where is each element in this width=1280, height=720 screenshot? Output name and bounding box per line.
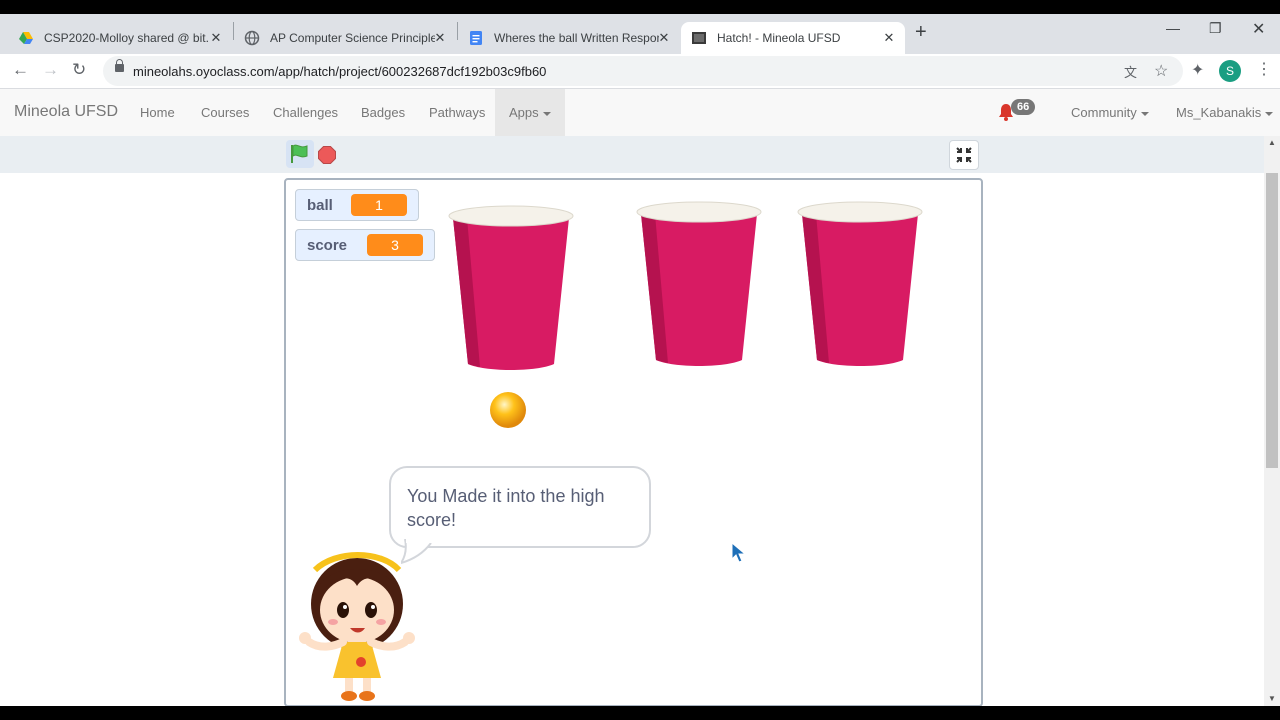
tab-strip: CSP2020-Molloy shared @ bit.ly/ ✕ AP Com…	[0, 14, 1280, 54]
google-drive-icon	[18, 30, 34, 46]
bookmark-star-icon[interactable]: ☆	[1154, 61, 1168, 81]
green-flag-button[interactable]	[286, 140, 314, 168]
tab-ap-csp[interactable]: AP Computer Science Principles ✕	[234, 22, 456, 54]
reload-icon[interactable]: ↻	[72, 60, 86, 80]
bottom-edge	[0, 706, 1280, 720]
mouse-cursor-icon	[731, 542, 747, 563]
menu-dots-icon[interactable]: ⋮	[1256, 59, 1272, 79]
chevron-down-icon	[542, 111, 551, 116]
tab-title: Wheres the ball Written Respons	[494, 31, 659, 45]
page-scrollbar[interactable]: ▲ ▼	[1264, 136, 1280, 706]
google-docs-icon	[468, 30, 484, 46]
speech-text: You Made it into the high score!	[407, 486, 605, 530]
tab-csp2020[interactable]: CSP2020-Molloy shared @ bit.ly/ ✕	[8, 22, 232, 54]
globe-icon	[244, 30, 260, 46]
tab-title: CSP2020-Molloy shared @ bit.ly/	[44, 31, 209, 45]
close-icon[interactable]: ✕	[881, 30, 897, 46]
monitor-label: ball	[307, 196, 333, 214]
tab-title: AP Computer Science Principles	[270, 31, 435, 45]
tab-hatch[interactable]: Hatch! - Mineola UFSD ✕	[681, 22, 905, 54]
tab-title: Hatch! - Mineola UFSD	[717, 31, 841, 45]
project-controls-bar	[0, 136, 1264, 173]
avatar[interactable]: S	[1219, 60, 1241, 82]
green-flag-icon	[291, 144, 308, 163]
scrollbar-thumb[interactable]	[1266, 173, 1278, 468]
monitor-value: 1	[351, 194, 407, 216]
site-navbar: Mineola UFSD Home Courses Challenges Bad…	[0, 89, 1280, 137]
close-icon[interactable]: ✕	[432, 30, 448, 46]
cup-sprite-1[interactable]	[447, 202, 575, 372]
minimize-icon[interactable]: —	[1166, 20, 1180, 36]
ball-sprite[interactable]	[489, 391, 527, 429]
tab-wheres-the-ball[interactable]: Wheres the ball Written Respons ✕	[458, 22, 680, 54]
top-edge	[0, 0, 1280, 14]
variable-monitor-ball: ball 1	[295, 189, 419, 221]
page-content: ball 1 score 3 You Made it into the high…	[0, 136, 1264, 707]
monitor-label: score	[307, 236, 348, 254]
lock-icon	[115, 59, 124, 72]
stop-sign-icon	[318, 146, 336, 164]
nav-challenges[interactable]: Challenges	[273, 105, 338, 120]
nav-apps-label: Apps	[509, 105, 539, 120]
exit-fullscreen-icon	[956, 147, 972, 163]
project-stage[interactable]: ball 1 score 3 You Made it into the high…	[284, 178, 983, 707]
nav-user-label: Ms_Kabanakis	[1176, 105, 1262, 120]
cup-sprite-3[interactable]	[796, 198, 924, 368]
nav-community-label: Community	[1071, 105, 1137, 120]
girl-character-sprite[interactable]	[295, 550, 421, 702]
forward-icon[interactable]: →	[42, 60, 59, 80]
stop-button[interactable]	[318, 146, 336, 164]
nav-courses[interactable]: Courses	[201, 105, 249, 120]
site-brand[interactable]: Mineola UFSD	[14, 103, 118, 121]
nav-community[interactable]: Community	[1071, 105, 1149, 120]
address-bar[interactable]: mineolahs.oyoclass.com/app/hatch/project…	[103, 56, 1183, 86]
close-icon[interactable]: ✕	[208, 30, 224, 46]
hatch-icon	[691, 30, 707, 46]
speech-bubble: You Made it into the high score!	[389, 466, 651, 548]
notification-count-badge: 66	[1011, 99, 1036, 115]
translate-icon[interactable]: 文	[1124, 62, 1137, 81]
extensions-icon[interactable]: ✦	[1191, 60, 1204, 80]
nav-home[interactable]: Home	[140, 105, 175, 120]
variable-monitor-score: score 3	[295, 229, 435, 261]
restore-icon[interactable]: ❐	[1209, 20, 1222, 37]
chevron-down-icon	[1265, 111, 1274, 116]
nav-badges[interactable]: Badges	[361, 105, 405, 120]
cup-sprite-2[interactable]	[635, 198, 763, 368]
browser-toolbar: ← → ↻ mineolahs.oyoclass.com/app/hatch/p…	[0, 54, 1280, 89]
monitor-value: 3	[367, 234, 423, 256]
nav-user-menu[interactable]: Ms_Kabanakis	[1176, 105, 1274, 120]
nav-pathways[interactable]: Pathways	[429, 105, 485, 120]
url-text: mineolahs.oyoclass.com/app/hatch/project…	[133, 64, 547, 79]
scroll-down-icon[interactable]: ▼	[1268, 694, 1276, 703]
chevron-down-icon	[1140, 111, 1149, 116]
window-close-icon[interactable]: ✕	[1252, 19, 1265, 39]
nav-apps[interactable]: Apps	[495, 89, 565, 136]
back-icon[interactable]: ←	[12, 60, 29, 80]
close-icon[interactable]: ✕	[656, 30, 672, 46]
new-tab-button[interactable]: +	[915, 21, 927, 44]
exit-fullscreen-button[interactable]	[949, 140, 979, 170]
scroll-up-icon[interactable]: ▲	[1268, 138, 1276, 147]
